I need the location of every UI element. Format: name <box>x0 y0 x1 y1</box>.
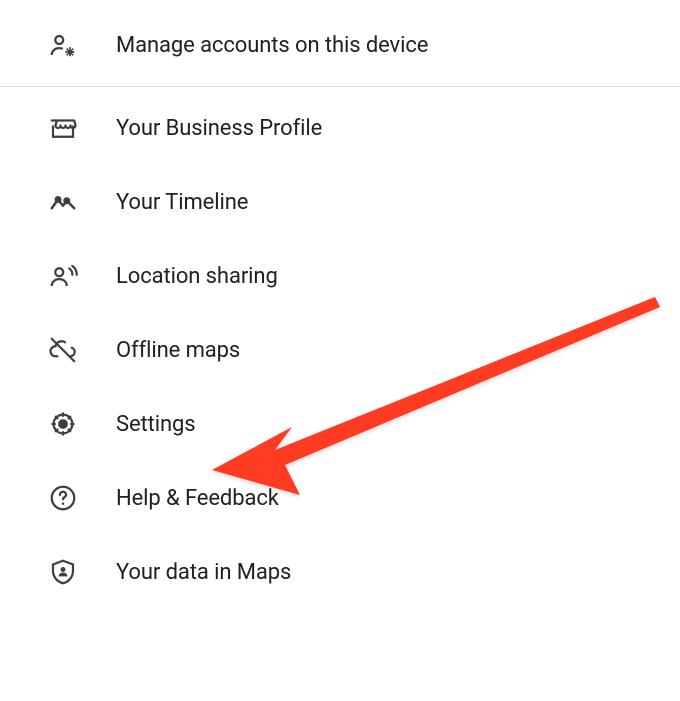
menu-item-label: Help & Feedback <box>116 486 279 511</box>
cloud-off-icon <box>48 335 78 365</box>
menu-item-label: Your data in Maps <box>116 560 291 585</box>
menu-item-label: Location sharing <box>116 264 278 289</box>
menu-item-label: Settings <box>116 412 196 437</box>
menu-container: Manage accounts on this device Your Busi… <box>0 0 680 609</box>
storefront-icon <box>48 113 78 143</box>
menu-item-manage-accounts[interactable]: Manage accounts on this device <box>0 8 680 82</box>
menu-item-offline-maps[interactable]: Offline maps <box>0 313 680 387</box>
menu-item-location-sharing[interactable]: Location sharing <box>0 239 680 313</box>
manage-accounts-icon <box>48 30 78 60</box>
menu-item-business-profile[interactable]: Your Business Profile <box>0 91 680 165</box>
menu-item-label: Your Business Profile <box>116 116 322 141</box>
menu-item-timeline[interactable]: Your Timeline <box>0 165 680 239</box>
divider <box>0 86 680 87</box>
timeline-icon <box>48 187 78 217</box>
menu-item-settings[interactable]: Settings <box>0 387 680 461</box>
menu-item-your-data[interactable]: Your data in Maps <box>0 535 680 609</box>
help-icon <box>48 483 78 513</box>
menu-item-label: Your Timeline <box>116 190 248 215</box>
privacy-shield-icon <box>48 557 78 587</box>
menu-item-label: Manage accounts on this device <box>116 33 428 58</box>
menu-item-label: Offline maps <box>116 338 240 363</box>
menu-item-help-feedback[interactable]: Help & Feedback <box>0 461 680 535</box>
settings-icon <box>48 409 78 439</box>
location-sharing-icon <box>48 261 78 291</box>
